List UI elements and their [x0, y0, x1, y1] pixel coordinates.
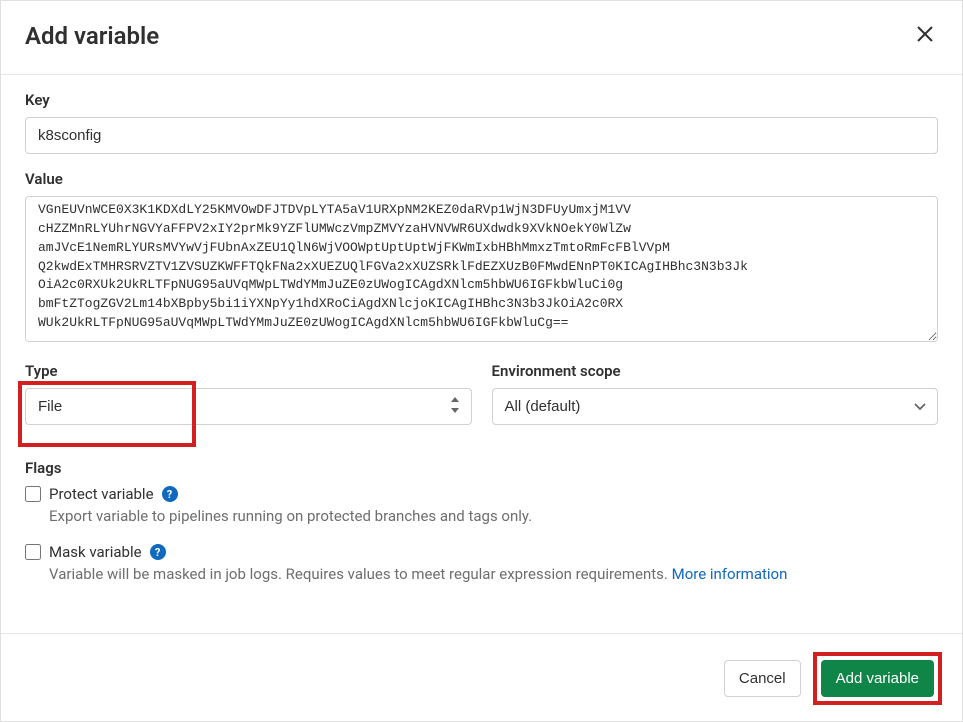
protect-desc: Export variable to pipelines running on … — [49, 507, 938, 525]
scope-select-wrapper: All (default) — [492, 388, 939, 425]
cancel-button[interactable]: Cancel — [724, 660, 801, 697]
type-label: Type — [25, 362, 472, 380]
scope-label: Environment scope — [492, 362, 939, 380]
scope-group: Environment scope All (default) — [492, 362, 939, 425]
protect-label[interactable]: Protect variable — [49, 485, 154, 503]
mask-label[interactable]: Mask variable — [49, 543, 142, 561]
modal-title: Add variable — [25, 22, 159, 50]
modal-header: Add variable — [1, 1, 962, 75]
add-variable-modal: Add variable Key Value VGnEUVnWCE0X3K1KD… — [0, 0, 963, 722]
mask-desc-text: Variable will be masked in job logs. Req… — [49, 565, 672, 583]
protect-checkbox[interactable] — [25, 486, 41, 502]
close-icon — [916, 25, 934, 46]
scope-select[interactable]: All (default) — [492, 388, 939, 425]
type-scope-row: Type File Environment scope All (default… — [25, 362, 938, 441]
modal-footer: Cancel Add variable — [1, 633, 962, 721]
value-label: Value — [25, 170, 938, 188]
key-input[interactable] — [25, 117, 938, 154]
help-icon[interactable]: ? — [162, 486, 178, 502]
key-group: Key — [25, 91, 938, 154]
help-icon[interactable]: ? — [150, 544, 166, 560]
flags-section: Flags Protect variable ? Export variable… — [25, 459, 938, 583]
flags-label: Flags — [25, 459, 938, 477]
type-select-wrapper: File — [25, 388, 472, 425]
type-group: Type File — [25, 362, 472, 425]
mask-desc: Variable will be masked in job logs. Req… — [49, 565, 938, 583]
protect-row: Protect variable ? — [25, 485, 938, 503]
submit-highlight: Add variable — [815, 654, 940, 703]
add-variable-button[interactable]: Add variable — [821, 660, 934, 697]
mask-checkbox[interactable] — [25, 544, 41, 560]
mask-item: Mask variable ? Variable will be masked … — [25, 543, 938, 583]
more-info-link[interactable]: More information — [672, 565, 788, 583]
type-select[interactable]: File — [25, 388, 472, 425]
protect-item: Protect variable ? Export variable to pi… — [25, 485, 938, 525]
value-textarea[interactable]: VGnEUVnWCE0X3K1KDXdLY25KMVOwDFJTDVpLYTA5… — [25, 196, 938, 342]
value-group: Value VGnEUVnWCE0X3K1KDXdLY25KMVOwDFJTDV… — [25, 170, 938, 346]
close-button[interactable] — [912, 21, 938, 50]
key-label: Key — [25, 91, 938, 109]
modal-body: Key Value VGnEUVnWCE0X3K1KDXdLY25KMVOwDF… — [1, 75, 962, 633]
mask-row: Mask variable ? — [25, 543, 938, 561]
